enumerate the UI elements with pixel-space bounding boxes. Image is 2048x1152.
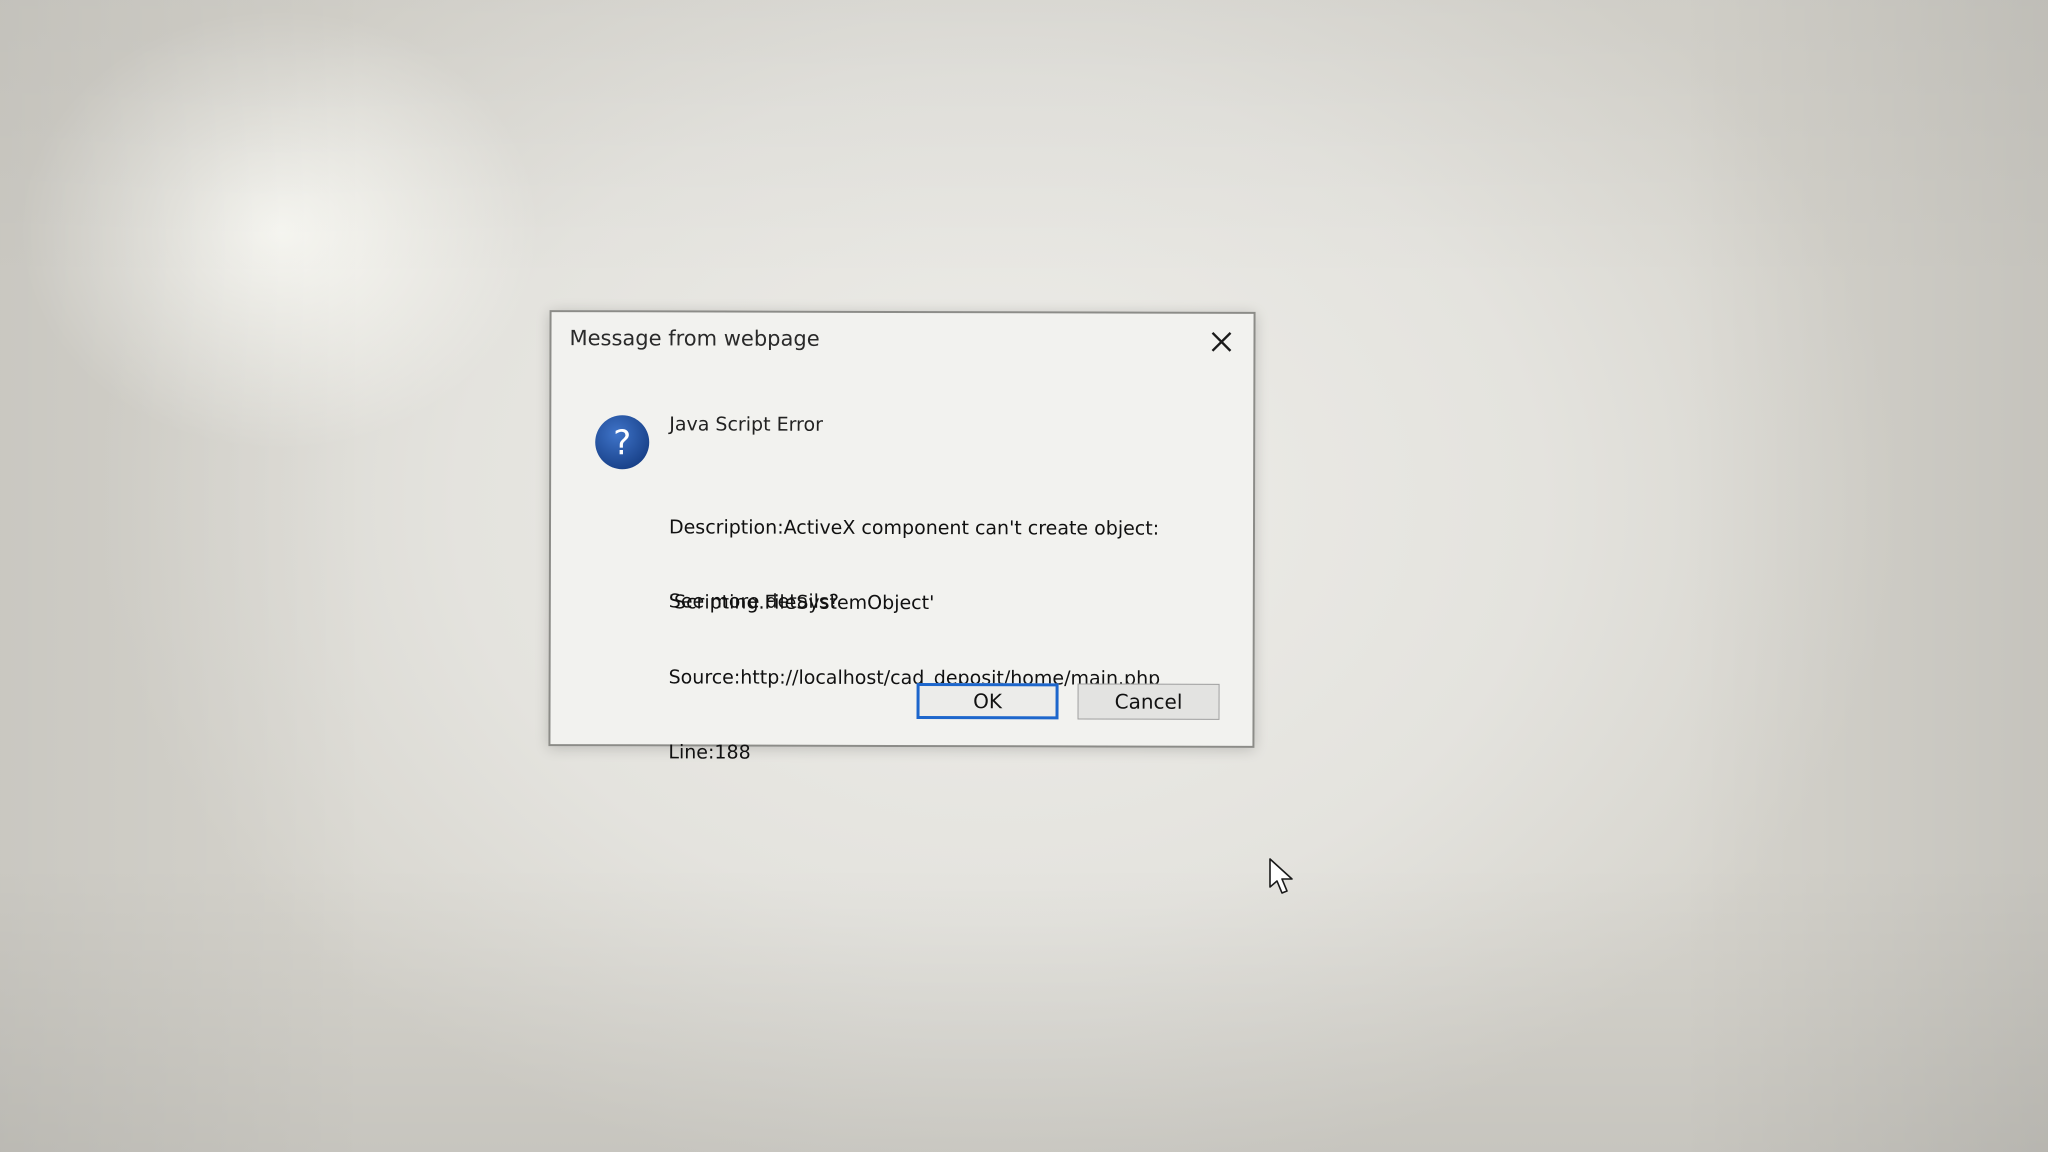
ok-button[interactable]: OK bbox=[916, 683, 1059, 720]
svg-text:?: ? bbox=[613, 423, 631, 463]
close-button[interactable] bbox=[1203, 324, 1239, 360]
details-prompt: See more details? bbox=[668, 590, 839, 613]
description-line: Line:188 bbox=[668, 741, 751, 764]
error-description: Description:ActiveX component can't crea… bbox=[668, 465, 1161, 816]
error-heading: Java Script Error bbox=[669, 413, 823, 436]
arrow-pointer-icon bbox=[1269, 858, 1293, 894]
cancel-button[interactable]: Cancel bbox=[1077, 683, 1220, 720]
message-dialog: Message from webpage ? Java Script Error… bbox=[548, 310, 1256, 764]
question-icon: ? bbox=[595, 415, 650, 470]
dialog-title: Message from webpage bbox=[569, 326, 820, 351]
close-icon bbox=[1211, 331, 1232, 352]
description-line: Description:ActiveX component can't crea… bbox=[668, 516, 1160, 540]
